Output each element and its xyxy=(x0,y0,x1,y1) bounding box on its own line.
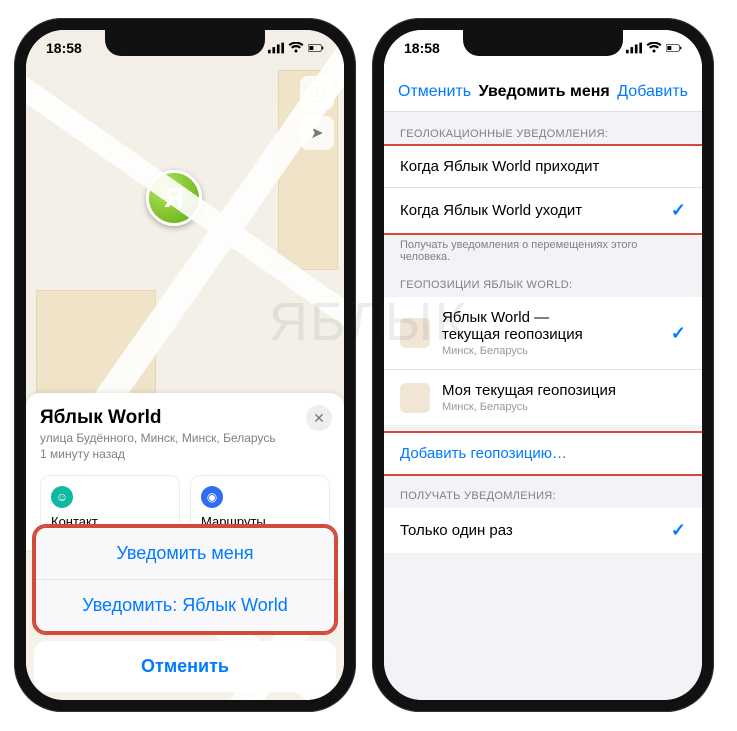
notch xyxy=(105,30,265,56)
map-locate-button[interactable]: ➤ xyxy=(300,116,334,150)
route-icon: ◉ xyxy=(201,486,223,508)
map-thumb-icon xyxy=(400,383,430,413)
check-icon: ✓ xyxy=(671,520,686,541)
wifi-icon xyxy=(288,42,304,54)
settings-content[interactable]: ГЕОЛОКАЦИОННЫЕ УВЕДОМЛЕНИЯ: Когда Яблык … xyxy=(384,112,702,700)
status-icons xyxy=(268,42,324,54)
positions-list: Яблык World — текущая геопозиция Минск, … xyxy=(384,297,702,425)
cancel-button[interactable]: Отменить xyxy=(34,641,336,692)
section-label-receive: ПОЛУЧАТЬ УВЕДОМЛЕНИЯ: xyxy=(384,474,702,508)
status-time: 18:58 xyxy=(46,40,82,56)
receive-list: Только один раз ✓ xyxy=(384,508,702,553)
notify-me-button[interactable]: Уведомить меня xyxy=(36,528,334,579)
row-my-position-title: Моя текущая геопозиция xyxy=(442,382,686,399)
notch xyxy=(463,30,623,56)
screen-right: 18:58 Отменить Уведомить меня Добавить Г… xyxy=(384,30,702,700)
row-my-position-sub: Минск, Беларусь xyxy=(442,401,686,413)
add-position-wrap: Добавить геопозицию… xyxy=(384,433,702,474)
row-only-once[interactable]: Только один раз ✓ xyxy=(384,508,702,553)
contact-icon: ☺ xyxy=(51,486,73,508)
row-leaves-label: Когда Яблык World уходит xyxy=(400,202,671,219)
status-icons xyxy=(626,42,682,54)
battery-icon xyxy=(308,42,324,54)
row-their-position-title: Яблык World — текущая геопозиция xyxy=(442,309,671,343)
row-my-position[interactable]: Моя текущая геопозиция Минск, Беларусь xyxy=(384,369,702,425)
action-sheet: Уведомить меня Уведомить: Яблык World От… xyxy=(34,526,336,692)
row-their-position[interactable]: Яблык World — текущая геопозиция Минск, … xyxy=(384,297,702,369)
check-icon: ✓ xyxy=(671,323,686,344)
phone-right: 18:58 Отменить Уведомить меня Добавить Г… xyxy=(372,18,714,712)
signal-icon xyxy=(626,42,642,54)
section-label-positions: ГЕОПОЗИЦИИ ЯБЛЫК WORLD: xyxy=(384,263,702,297)
wifi-icon xyxy=(646,42,662,54)
nav-add-button[interactable]: Добавить xyxy=(617,83,688,101)
row-only-once-label: Только один раз xyxy=(400,522,671,539)
signal-icon xyxy=(268,42,284,54)
row-arrives-label: Когда Яблык World приходит xyxy=(400,158,686,175)
close-icon[interactable]: ✕ xyxy=(306,405,332,431)
person-address: улица Будённого, Минск, Минск, Беларусь xyxy=(40,431,330,445)
pin-initial: Я xyxy=(164,182,184,214)
map-info-button[interactable]: ⓘ xyxy=(300,76,334,110)
row-their-position-sub: Минск, Беларусь xyxy=(442,345,671,357)
action-group: Уведомить меня Уведомить: Яблык World xyxy=(34,526,336,633)
phone-left: 18:58 Я ⓘ ➤ ✕ Яблык World улица Б xyxy=(14,18,356,712)
status-time: 18:58 xyxy=(404,40,440,56)
screen-left: 18:58 Я ⓘ ➤ ✕ Яблык World улица Б xyxy=(26,30,344,700)
geo-notify-list: Когда Яблык World приходит Когда Яблык W… xyxy=(384,146,702,233)
nav-cancel-button[interactable]: Отменить xyxy=(398,83,471,101)
row-arrives[interactable]: Когда Яблык World приходит xyxy=(384,146,702,187)
nav-title: Уведомить меня xyxy=(479,83,610,101)
geo-footer: Получать уведомления о перемещениях этог… xyxy=(384,233,702,263)
person-updated: 1 минуту назад xyxy=(40,447,330,461)
notify-other-button[interactable]: Уведомить: Яблык World xyxy=(36,579,334,631)
map-building xyxy=(278,70,338,270)
check-icon: ✓ xyxy=(671,200,686,221)
user-pin[interactable]: Я xyxy=(146,170,202,226)
map-thumb-icon xyxy=(400,318,430,348)
person-name: Яблык World xyxy=(40,407,330,429)
section-label-geo: ГЕОЛОКАЦИОННЫЕ УВЕДОМЛЕНИЯ: xyxy=(384,112,702,146)
row-leaves[interactable]: Когда Яблык World уходит ✓ xyxy=(384,187,702,233)
add-position-button[interactable]: Добавить геопозицию… xyxy=(384,433,702,474)
battery-icon xyxy=(666,42,682,54)
